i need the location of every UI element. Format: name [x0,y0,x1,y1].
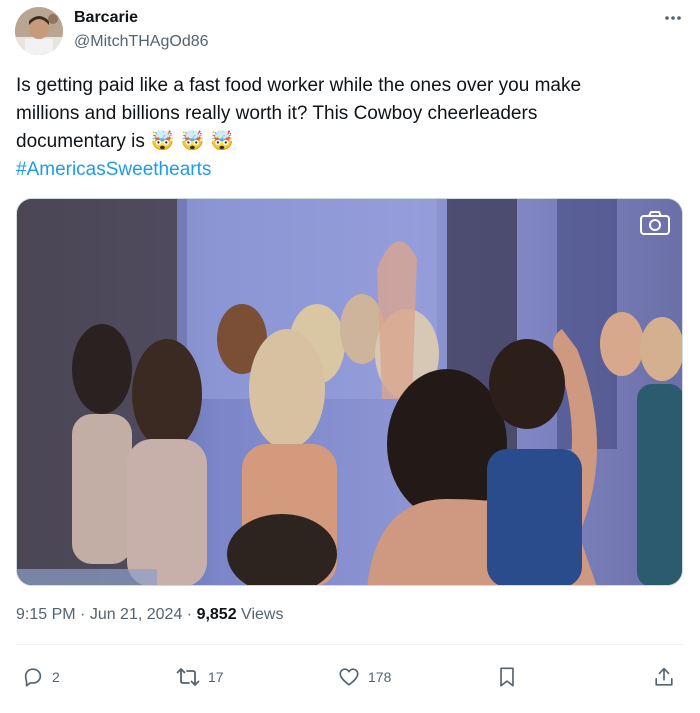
reply-count: 2 [52,669,60,685]
share-button[interactable] [653,664,675,690]
tweet-text-line-last: documentary is 🤯 🤯 🤯 [16,128,686,156]
exploding-head-emoji: 🤯 [150,131,175,152]
retweet-icon [176,668,200,686]
like-count: 178 [368,669,392,685]
views-label: Views [236,606,284,623]
hashtag-link[interactable]: #AmericasSweethearts [16,156,211,184]
tweet-text: Is getting paid like a fast food worker … [16,72,686,156]
divider [16,644,684,645]
retweet-button[interactable]: 17 [176,664,224,690]
author-display-name[interactable]: Barcarie [74,9,138,27]
more-options-button[interactable] [660,8,686,28]
exploding-head-emoji: 🤯 [210,131,234,152]
bookmark-icon [500,667,514,687]
photo-scene [17,199,682,585]
exploding-head-emoji: 🤯 [180,131,205,152]
avatar-image [15,7,63,55]
meta-separator: · [182,606,197,623]
author-avatar[interactable] [15,7,63,55]
tweet-date[interactable]: Jun 21, 2024 [90,606,183,623]
camera-icon [640,211,670,235]
tweet-text-line: millions and billions really worth it? T… [16,103,538,124]
reply-icon [24,668,42,687]
tweet-meta: 9:15 PM · Jun 21, 2024 · 9,852 Views [16,606,283,624]
tweet-text-line-text: documentary is [16,131,145,152]
tweet-time[interactable]: 9:15 PM [16,606,76,623]
like-button[interactable]: 178 [338,664,391,690]
author-handle[interactable]: @MitchTHAgOd86 [74,33,209,51]
more-dots-icon [665,16,681,20]
heart-icon [339,668,359,686]
bookmark-button[interactable] [497,664,517,690]
photo-camera-button[interactable] [638,209,672,237]
meta-separator: · [75,606,90,623]
views-count: 9,852 [196,606,237,623]
reply-button[interactable]: 2 [22,664,60,690]
tweet: Barcarie @MitchTHAgOd86 Is getting paid … [0,0,700,713]
tweet-photo[interactable] [16,198,683,586]
share-icon [655,667,673,686]
tweet-text-line: Is getting paid like a fast food worker … [16,75,582,96]
retweet-count: 17 [208,669,224,685]
